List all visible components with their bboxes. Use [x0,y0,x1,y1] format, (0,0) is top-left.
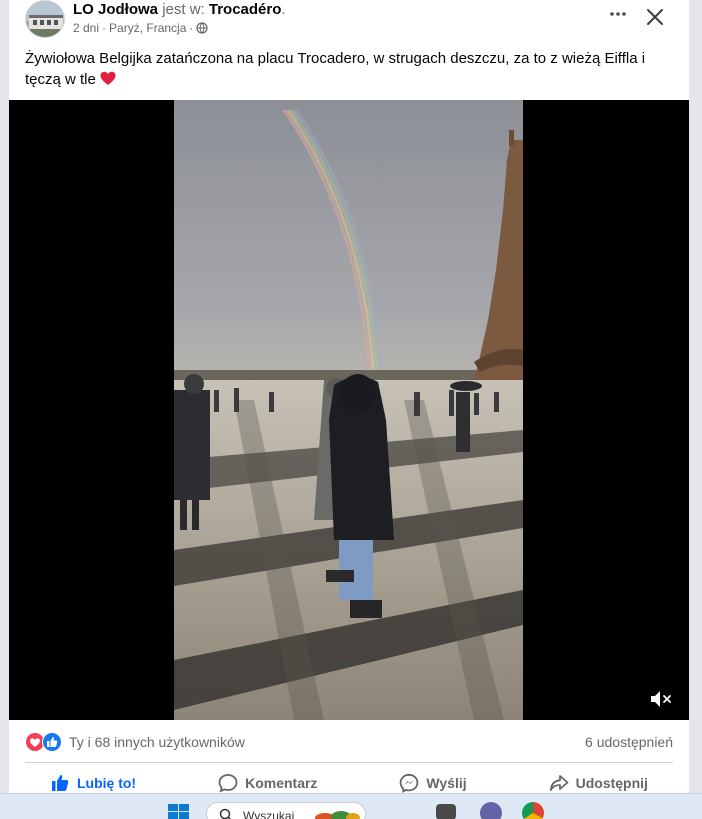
place-link[interactable]: Trocadéro [209,1,282,18]
like-reaction-icon [42,732,62,752]
meta-separator-2: · [189,21,194,35]
windows-taskbar: Wyszukaj [0,793,702,819]
close-button[interactable] [641,3,669,31]
globe-icon [196,22,208,34]
author-name[interactable]: LO Jodłowa [73,1,158,18]
shares-count[interactable]: 6 udostępnień [585,734,673,750]
share-label: Udostępnij [575,775,648,791]
like-label: Lubię to! [76,775,137,791]
mute-button[interactable] [649,688,675,710]
chrome-icon[interactable] [522,802,544,819]
windows-logo-icon [168,804,189,819]
close-icon [647,9,663,25]
video-player[interactable] [9,100,689,720]
post-time[interactable]: 2 dni [73,21,99,35]
share-arrow-icon [549,775,569,791]
taskbar-search[interactable]: Wyszukaj [206,802,366,819]
file-explorer-icon[interactable] [436,804,456,819]
search-highlight-icon [315,811,360,819]
more-options-button[interactable] [605,4,631,30]
teams-icon[interactable] [480,802,502,819]
post-author-line: LO Jodłowa jest w: Trocadéro. [73,1,286,18]
muted-speaker-icon [651,691,671,707]
start-button[interactable] [168,804,190,819]
messenger-icon [400,773,419,793]
reactions-bar: Ty i 68 innych użytkowników 6 udostępnie… [9,724,689,760]
thumbs-up-icon [51,775,69,791]
meta-separator: · [102,21,107,35]
divider [25,762,673,763]
is-at-text: jest w: [162,1,205,18]
post-card: LO Jodłowa jest w: Trocadéro. 2 dni · Pa… [9,0,689,819]
reaction-icons[interactable] [25,732,65,752]
search-placeholder: Wyszukaj [243,809,295,819]
post-header: LO Jodłowa jest w: Trocadéro. 2 dni · Pa… [9,0,689,42]
more-options-icon [610,12,626,16]
video-scene [174,100,523,720]
post-meta: 2 dni · Paryż, Francja · [73,21,208,35]
post-location[interactable]: Paryż, Francja [109,21,186,35]
avatar[interactable] [25,0,65,38]
video-frame [174,100,523,720]
speech-bubble-icon [218,774,238,793]
caption-text: Żywiołowa Belgijka zatańczona na placu T… [25,50,646,88]
post-caption: Żywiołowa Belgijka zatańczona na placu T… [25,48,675,90]
period: . [281,1,286,18]
send-label: Wyślij [426,775,467,791]
comment-label: Komentarz [245,775,318,791]
reactions-summary[interactable]: Ty i 68 innych użytkowników [69,734,245,750]
red-heart-emoji [100,71,116,85]
search-icon [219,808,232,819]
